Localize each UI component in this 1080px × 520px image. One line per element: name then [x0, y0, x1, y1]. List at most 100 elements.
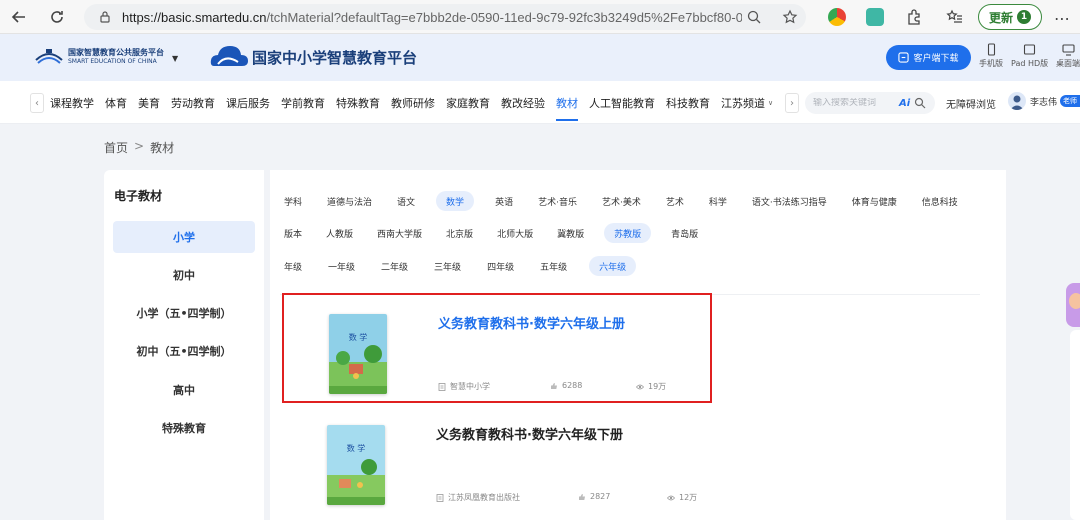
book-card[interactable]: 数 学 义务教育教科书·数学六年级下册 江苏凤凰教育出版社 2827 12万: [282, 406, 712, 516]
filter-chip[interactable]: 四年级: [483, 256, 518, 276]
search-icon[interactable]: [914, 97, 926, 109]
nav-scroll-right-icon[interactable]: ›: [785, 93, 799, 113]
client-download-button[interactable]: 客户端下载: [886, 45, 971, 70]
filter-chip[interactable]: 艺术·美术: [598, 191, 645, 211]
nav-item[interactable]: 课后服务: [226, 81, 270, 124]
filter-chip[interactable]: 六年级: [589, 256, 637, 276]
favorite-star-icon[interactable]: [782, 9, 798, 25]
device-mobile[interactable]: 手机版: [979, 43, 1003, 69]
accessibility-link[interactable]: 无障碍浏览: [946, 96, 996, 111]
smart-education-logo[interactable]: 国家智慧教育公共服务平台 SMART EDUCATION OF CHINA: [34, 46, 164, 66]
book-publisher: 江苏凤凰教育出版社: [436, 492, 520, 503]
nav-scroll-left-icon[interactable]: ‹: [30, 93, 44, 113]
address-bar[interactable]: https://basic.smartedu.cn/tchMaterial?de…: [84, 4, 806, 30]
ai-search-icon[interactable]: Ai: [899, 98, 910, 109]
book-card[interactable]: 数 学 义务教育教科书·数学六年级上册 智慧中小学 6288 19万: [282, 293, 712, 403]
book-publisher-text: 智慧中小学: [450, 382, 490, 391]
book-likes-count: 2827: [590, 492, 611, 501]
nav-item[interactable]: 教师研修: [391, 81, 435, 124]
filter-chip[interactable]: 语文: [393, 191, 419, 211]
grade-filter-row: 年级 一年级 二年级 三年级 四年级 五年级 六年级: [280, 256, 654, 276]
assistant-widget-icon[interactable]: [1066, 283, 1080, 327]
nav-item[interactable]: 美育: [138, 81, 160, 124]
filter-chip[interactable]: 艺术·音乐: [534, 191, 581, 211]
nav-item[interactable]: 体育: [105, 81, 127, 124]
phone-icon: [987, 43, 995, 56]
book-cover-image[interactable]: 数 学: [327, 425, 385, 505]
back-icon[interactable]: [6, 4, 32, 30]
nav-item[interactable]: 特殊教育: [336, 81, 380, 124]
sidebar-item[interactable]: 初中: [113, 259, 255, 291]
filter-chip[interactable]: 英语: [491, 191, 517, 211]
nav-item[interactable]: 劳动教育: [171, 81, 215, 124]
site-info-icon[interactable]: [98, 10, 112, 24]
filter-chip[interactable]: 北京版: [442, 223, 477, 243]
nav-item-label: 美育: [138, 96, 160, 110]
filter-chip[interactable]: 三年级: [430, 256, 465, 276]
nav-item-label: 家庭教育: [446, 96, 490, 110]
nav-item[interactable]: 教改经验: [501, 81, 545, 124]
nav-item[interactable]: 家庭教育: [446, 81, 490, 124]
book-title[interactable]: 义务教育教科书·数学六年级上册: [438, 313, 625, 332]
client-download-label: 客户端下载: [913, 54, 959, 64]
update-button[interactable]: 更新 1: [978, 4, 1042, 30]
nav-item[interactable]: 学前教育: [281, 81, 325, 124]
device-pad[interactable]: Pad HD版: [1011, 43, 1048, 69]
user-menu[interactable]: 李志伟 老师: [1008, 92, 1080, 110]
chevron-down-icon[interactable]: ∨: [768, 99, 773, 107]
filter-chip[interactable]: 冀教版: [553, 223, 588, 243]
filter-chip[interactable]: 人教版: [322, 223, 357, 243]
search-input[interactable]: [813, 98, 897, 108]
book-title[interactable]: 义务教育教科书·数学六年级下册: [436, 424, 623, 443]
filter-row-label: 学科: [284, 197, 303, 208]
filter-chip[interactable]: 苏教版: [604, 223, 652, 243]
filter-chip[interactable]: 五年级: [536, 256, 571, 276]
edition-filter-row: 版本 人教版 西南大学版 北京版 北师大版 冀教版 苏教版 青岛版: [280, 223, 718, 243]
sidebar-item[interactable]: 高中: [113, 374, 255, 406]
reload-icon[interactable]: [44, 4, 70, 30]
filter-chip[interactable]: 语文·书法练习指导: [748, 191, 831, 211]
device-desktop[interactable]: 桌面端: [1056, 43, 1080, 69]
platform-title: 国家中小学智慧教育平台: [252, 48, 418, 67]
favorites-list-icon[interactable]: [946, 8, 964, 26]
filter-chip[interactable]: 数学: [436, 191, 475, 211]
filter-chip[interactable]: 艺术: [662, 191, 688, 211]
filter-chip[interactable]: 道德与法治: [323, 191, 376, 211]
filter-row-label: 版本: [284, 229, 303, 240]
filter-chip[interactable]: 体育与健康: [848, 191, 901, 211]
url-text[interactable]: https://basic.smartedu.cn/tchMaterial?de…: [122, 10, 742, 25]
nav-item[interactable]: 课程教学: [50, 81, 94, 124]
sidebar-item[interactable]: 初中（五•四学制）: [113, 335, 255, 367]
filter-chip[interactable]: 一年级: [324, 256, 359, 276]
extension-square-icon[interactable]: [866, 8, 884, 26]
sidebar-item[interactable]: 小学（五•四学制）: [113, 297, 255, 329]
sidebar-item[interactable]: 小学: [113, 221, 255, 253]
filter-chip[interactable]: 二年级: [377, 256, 412, 276]
breadcrumb-separator: >: [134, 139, 145, 153]
nav-item[interactable]: 江苏频道 ∨: [721, 81, 773, 124]
breadcrumb-home[interactable]: 首页: [104, 139, 128, 156]
sidebar-item[interactable]: 特殊教育: [113, 412, 255, 444]
nav-item-label: 人工智能教育: [589, 96, 655, 110]
platform-logo[interactable]: 国家中小学智慧教育平台: [208, 42, 417, 72]
filter-chip[interactable]: 信息科技: [918, 191, 962, 211]
nav-item[interactable]: 科技教育: [666, 81, 710, 124]
nav-item[interactable]: 人工智能教育: [589, 81, 655, 124]
book-cover-image[interactable]: 数 学: [329, 314, 387, 394]
filter-chip[interactable]: 青岛版: [667, 223, 702, 243]
nav-item[interactable]: 教材: [556, 81, 578, 124]
filter-chip[interactable]: 科学: [705, 191, 731, 211]
browser-extension-icon[interactable]: [828, 8, 846, 26]
zoom-icon[interactable]: [746, 9, 762, 25]
filter-chip[interactable]: 北师大版: [493, 223, 537, 243]
extensions-puzzle-icon[interactable]: [905, 8, 923, 26]
device-mobile-label: 手机版: [979, 59, 1003, 68]
more-menu-icon[interactable]: ⋯: [1054, 9, 1071, 28]
user-name: 李志伟: [1030, 97, 1058, 108]
eye-icon: [636, 384, 644, 389]
thumbs-up-icon: [579, 493, 585, 500]
chevron-down-icon[interactable]: ▼: [172, 54, 178, 63]
filter-chip[interactable]: 西南大学版: [373, 223, 426, 243]
avatar[interactable]: [1008, 92, 1026, 110]
side-panel-edge: [1070, 330, 1080, 520]
